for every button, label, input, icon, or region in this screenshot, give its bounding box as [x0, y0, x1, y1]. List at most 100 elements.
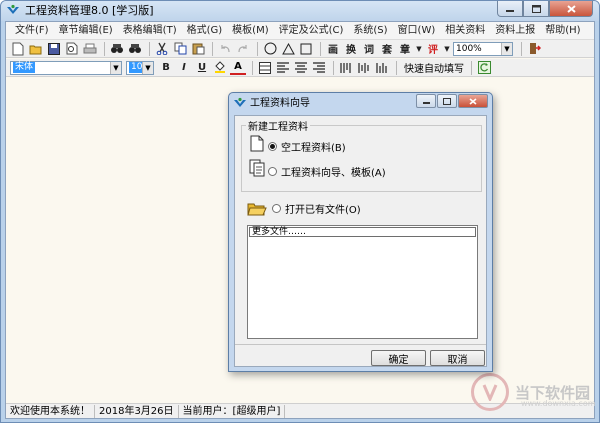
- binoculars-next-icon: [129, 44, 141, 53]
- minimize-button[interactable]: [497, 1, 523, 17]
- menu-data-report[interactable]: 资料上报: [490, 23, 540, 39]
- standard-toolbar: 画 换 词 套 章 ▼ 评 ▼ 100% ▼: [6, 40, 594, 58]
- radio-open-existing[interactable]: [272, 204, 281, 213]
- evaluate-dropdown-icon[interactable]: ▼: [443, 41, 451, 57]
- toolbar-separator: [104, 41, 105, 56]
- find-next-button[interactable]: [127, 41, 143, 57]
- valign-bottom-icon: [376, 62, 387, 73]
- maximize-icon: [531, 4, 541, 13]
- zoom-select[interactable]: 100% ▼: [453, 41, 513, 56]
- menu-file[interactable]: 文件(F): [10, 23, 54, 39]
- template-apply-button[interactable]: 套: [379, 41, 395, 57]
- menu-related-docs[interactable]: 相关资料: [440, 23, 490, 39]
- refresh-icon: [477, 61, 491, 74]
- status-current-user: 当前用户：[超级用户]: [179, 404, 286, 418]
- dialog-title-bar[interactable]: 工程资料向导: [229, 93, 492, 113]
- align-left-icon: [277, 62, 289, 73]
- font-color-button[interactable]: A: [230, 61, 246, 75]
- minimize-icon: [506, 9, 514, 12]
- copy-button[interactable]: [172, 41, 188, 57]
- exit-button[interactable]: [526, 41, 542, 57]
- app-logo-icon: [7, 4, 19, 14]
- auto-fill-button[interactable]: 快速自动填写: [401, 60, 467, 75]
- square-icon: [300, 43, 312, 54]
- template-documents-icon: [249, 159, 265, 177]
- new-file-button[interactable]: [10, 41, 26, 57]
- recent-files-list[interactable]: 更多文件……: [247, 225, 478, 339]
- menu-table-edit[interactable]: 表格编辑(T): [118, 23, 182, 39]
- draw-triangle-button[interactable]: [280, 41, 296, 57]
- new-file-icon: [12, 42, 24, 55]
- underline-button[interactable]: U: [194, 60, 210, 76]
- status-welcome: 欢迎使用本系统！: [6, 404, 95, 418]
- open-file-button[interactable]: [28, 41, 44, 57]
- option-empty-label: 空工程资料(B): [281, 143, 346, 154]
- maximize-icon: [443, 97, 451, 105]
- redo-icon: [238, 44, 247, 52]
- refresh-button[interactable]: [476, 60, 492, 76]
- chevron-down-icon: ▼: [142, 61, 153, 74]
- new-project-group: 新建工程资料 空工程资料(B) 工程资料向导、模板(A): [241, 118, 482, 192]
- copy-icon: [174, 42, 186, 55]
- minimize-icon: [422, 101, 430, 104]
- table-format-button[interactable]: [257, 60, 273, 76]
- toolbar-separator: [320, 41, 321, 56]
- radio-empty-selected[interactable]: [268, 142, 277, 151]
- valign-middle-icon: [358, 62, 369, 73]
- align-left-button[interactable]: [275, 60, 291, 76]
- toolbar-separator: [257, 41, 258, 56]
- menu-template[interactable]: 模板(M): [227, 23, 273, 39]
- menu-help[interactable]: 帮助(H): [540, 23, 585, 39]
- valign-top-button[interactable]: [338, 60, 354, 76]
- font-size-select[interactable]: 10 ▼: [126, 60, 154, 75]
- ok-button[interactable]: 确定: [371, 350, 426, 366]
- menu-format[interactable]: 格式(G): [182, 23, 228, 39]
- option-open-existing[interactable]: 打开已有文件(O): [247, 201, 361, 216]
- dialog-maximize-button[interactable]: [437, 94, 457, 108]
- print-button[interactable]: [82, 41, 98, 57]
- undo-button[interactable]: [217, 41, 233, 57]
- dialog-close-button[interactable]: [458, 94, 488, 108]
- option-wizard-template[interactable]: 工程资料向导、模板(A): [268, 164, 386, 179]
- radio-wizard[interactable]: [268, 167, 277, 176]
- draw-button[interactable]: 画: [325, 41, 341, 57]
- list-item[interactable]: 更多文件……: [249, 227, 476, 237]
- cancel-button[interactable]: 取消: [430, 350, 485, 366]
- font-name-value: 宋体: [13, 62, 36, 73]
- paste-button[interactable]: [190, 41, 206, 57]
- evaluate-button[interactable]: 评: [425, 41, 441, 57]
- bold-button[interactable]: B: [158, 60, 174, 76]
- menu-system[interactable]: 系统(S): [348, 23, 392, 39]
- cut-button[interactable]: [154, 41, 170, 57]
- valign-bottom-button[interactable]: [374, 60, 390, 76]
- phrase-button[interactable]: 词: [361, 41, 377, 57]
- print-preview-button[interactable]: [64, 41, 80, 57]
- save-button[interactable]: [46, 41, 62, 57]
- title-bar[interactable]: 工程资料管理8.0 [学习版]: [1, 1, 599, 21]
- align-right-button[interactable]: [311, 60, 327, 76]
- exit-door-icon: [529, 43, 541, 54]
- font-name-select[interactable]: 宋体 ▼: [10, 60, 122, 75]
- find-button[interactable]: [109, 41, 125, 57]
- option-wizard-label: 工程资料向导、模板(A): [281, 168, 386, 179]
- align-center-button[interactable]: [293, 60, 309, 76]
- menu-chapter-edit[interactable]: 章节编辑(E): [54, 23, 118, 39]
- fill-color-button[interactable]: [212, 60, 228, 76]
- draw-circle-button[interactable]: [262, 41, 278, 57]
- redo-button[interactable]: [235, 41, 251, 57]
- toolbar-separator: [212, 41, 213, 56]
- replace-button[interactable]: 换: [343, 41, 359, 57]
- close-button[interactable]: [549, 1, 593, 17]
- maximize-button[interactable]: [523, 1, 549, 17]
- menu-window[interactable]: 窗口(W): [393, 23, 441, 39]
- option-empty-project[interactable]: 空工程资料(B): [268, 139, 346, 154]
- menu-evaluation-formula[interactable]: 评定及公式(C): [274, 23, 349, 39]
- blank-document-icon: [250, 135, 264, 152]
- stamp-dropdown-icon[interactable]: ▼: [415, 41, 423, 57]
- toolbar-separator: [521, 41, 522, 56]
- draw-square-button[interactable]: [298, 41, 314, 57]
- valign-middle-button[interactable]: [356, 60, 372, 76]
- stamp-button[interactable]: 章: [397, 41, 413, 57]
- dialog-minimize-button[interactable]: [416, 94, 436, 108]
- italic-button[interactable]: I: [176, 60, 192, 76]
